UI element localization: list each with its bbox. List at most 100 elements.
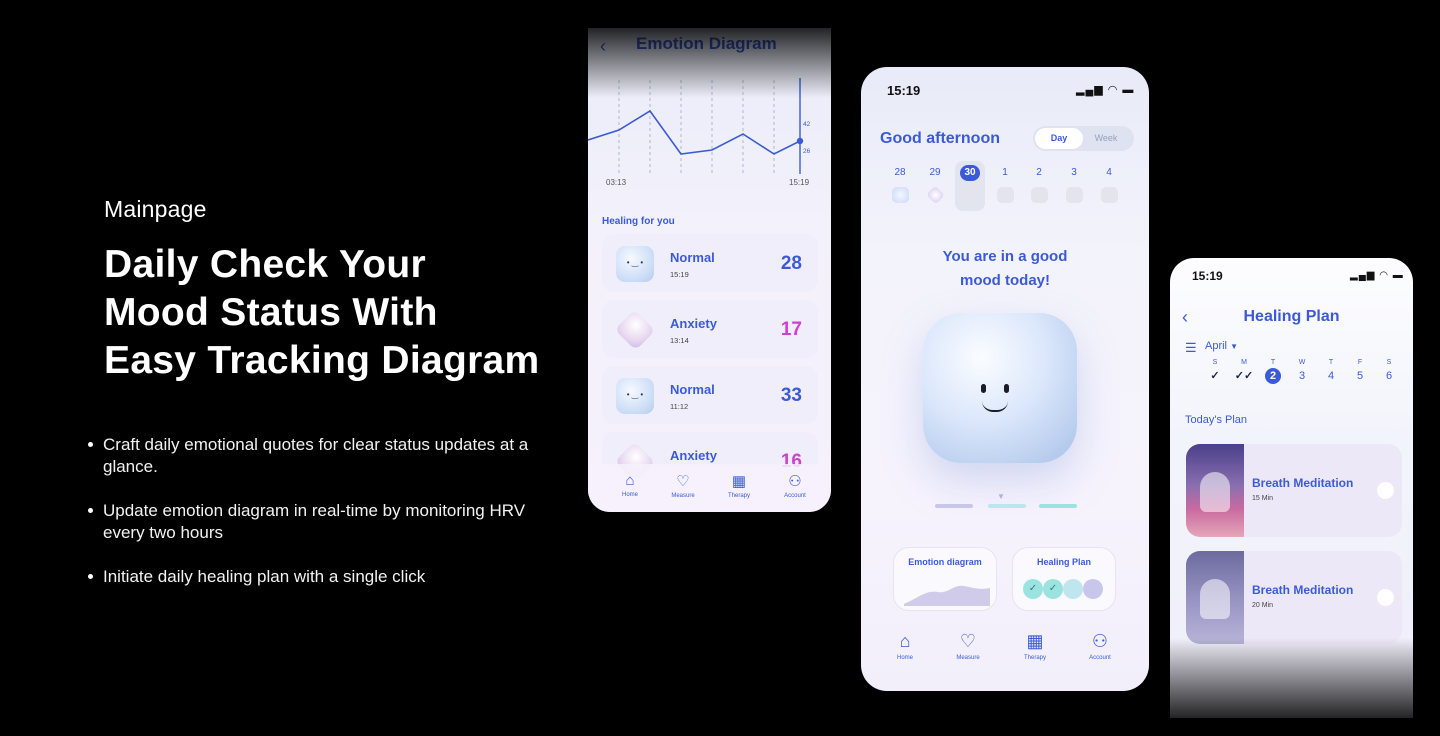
signal-wifi-battery-icon: ▂▄▆ ◠ ▬ (1076, 84, 1135, 96)
nav-label: Account (784, 493, 806, 499)
week-day[interactable]: W3 (1291, 359, 1313, 384)
tile-title: Emotion diagram (908, 557, 982, 567)
toggle-day[interactable]: Day (1035, 128, 1083, 149)
nav-therapy[interactable]: ▦ Therapy (1010, 631, 1060, 661)
mood-cube-avatar[interactable] (923, 313, 1077, 463)
healing-entry[interactable]: • ‿ • Normal 11:12 33 (602, 366, 818, 424)
nav-account[interactable]: ⚇ Account (1075, 631, 1125, 661)
double-check-icon: ✓✓ (1234, 370, 1254, 382)
eyebrow: Mainpage (104, 196, 207, 222)
headline-line: Easy Tracking Diagram (104, 339, 540, 382)
healing-entry[interactable]: • ‿ • Normal 15:19 28 (602, 234, 818, 292)
day-number: 3 (1298, 370, 1306, 382)
cube-smile (982, 401, 1008, 412)
nav-home[interactable]: ⌂ Home (880, 631, 930, 661)
nav-measure[interactable]: ♡ Measure (658, 472, 708, 499)
plan-radio[interactable] (1377, 482, 1394, 499)
toggle-week[interactable]: Week (1082, 128, 1130, 149)
calendar-icon: ▦ (731, 473, 747, 490)
nav-home[interactable]: ⌂ Home (605, 472, 655, 498)
anxiety-mood-icon (925, 185, 945, 205)
meditation-image (1186, 551, 1244, 644)
nav-label: Therapy (727, 493, 750, 499)
nav-label: Home (621, 492, 638, 498)
date-item[interactable]: 2 (1024, 165, 1054, 203)
pending-dot (1063, 579, 1083, 599)
week-day[interactable]: T4 (1320, 359, 1342, 384)
date-item[interactable]: 28 (885, 165, 915, 203)
plan-duration: 20 Min (1252, 602, 1274, 609)
nav-measure[interactable]: ♡ Measure (943, 631, 993, 661)
week-day[interactable]: S6 (1378, 359, 1400, 384)
emotion-line-chart: 42 26 (588, 78, 811, 174)
indicator-bar[interactable] (1039, 504, 1077, 508)
bottom-nav: ⌂ Home ♡ Measure ▦ Therapy ⚇ Account (588, 464, 831, 512)
screen-title: Healing Plan (1243, 308, 1340, 325)
date-item-selected[interactable]: 30 (955, 161, 985, 211)
headline-line: Daily Check Your (104, 243, 426, 286)
bottom-fade (1170, 638, 1413, 718)
entry-value: 28 (780, 253, 802, 274)
plan-card[interactable]: Breath Meditation 20 Min (1186, 551, 1402, 644)
date-item[interactable]: 29 (920, 165, 950, 205)
intro-panel: Mainpage Daily Check Your Mood Status Wi… (104, 196, 574, 385)
date-number: 1 (1002, 167, 1008, 178)
week-day[interactable]: M ✓✓ (1233, 359, 1255, 384)
entry-mood: Anxiety (670, 448, 717, 463)
date-number: 28 (894, 167, 906, 178)
day-week-toggle[interactable]: Day Week (1033, 126, 1134, 151)
feature-item: Update emotion diagram in real-time by m… (86, 500, 566, 544)
empty-mood-icon (961, 187, 979, 203)
week-day[interactable]: F5 (1349, 359, 1371, 384)
entry-mood: Normal (670, 250, 715, 265)
day-number: 5 (1356, 370, 1364, 382)
chart-cursor-point[interactable] (796, 137, 804, 145)
healing-entry[interactable]: Anxiety 13:14 17 (602, 300, 818, 358)
date-item[interactable]: 4 (1094, 165, 1124, 203)
day-number: 4 (1327, 370, 1335, 382)
plan-radio[interactable] (1377, 589, 1394, 606)
bottom-nav: ⌂ Home ♡ Measure ▦ Therapy ⚇ Account (861, 621, 1149, 691)
home-icon: ⌂ (625, 472, 635, 489)
month-selector[interactable]: April ▼ (1205, 340, 1238, 352)
indicator-bar[interactable] (935, 504, 973, 508)
healing-plan-tile[interactable]: Healing Plan ✓ ✓ (1012, 547, 1116, 611)
week-day[interactable]: S ✓ (1204, 359, 1226, 384)
back-icon[interactable]: ‹ (600, 36, 606, 57)
weekday-label: T (1270, 359, 1276, 366)
day-number: 6 (1385, 370, 1393, 382)
weekday-label: S (1212, 359, 1218, 366)
plan-name: Breath Meditation (1252, 476, 1354, 490)
y-tick-label: 42 (803, 121, 811, 128)
nav-account[interactable]: ⚇ Account (770, 472, 820, 499)
empty-mood-icon (1065, 187, 1083, 203)
plan-card[interactable]: Breath Meditation 15 Min (1186, 444, 1402, 537)
entry-time: 15:19 (670, 270, 689, 279)
greeting: Good afternoon (880, 130, 1000, 147)
date-item[interactable]: 3 (1059, 165, 1089, 203)
feature-item: Initiate daily healing plan with a singl… (86, 566, 566, 588)
calendar-icon: ▦ (1026, 631, 1044, 651)
menu-icon[interactable]: ☰ (1185, 340, 1197, 356)
entry-value: 33 (780, 385, 802, 406)
date-number: 2 (1036, 167, 1042, 178)
nav-label: Account (1089, 655, 1111, 661)
user-icon: ⚇ (1091, 631, 1109, 651)
weekday-label: M (1241, 359, 1247, 366)
anxiety-mood-icon (614, 309, 656, 351)
date-number: 29 (929, 167, 941, 178)
feature-item: Craft daily emotional quotes for clear s… (86, 434, 566, 478)
headline-line: Mood Status With (104, 291, 438, 334)
x-end-label: 15:19 (789, 178, 810, 187)
nav-therapy[interactable]: ▦ Therapy (714, 472, 764, 499)
status-time: 15:19 (887, 83, 921, 98)
date-item[interactable]: 1 (990, 165, 1020, 203)
indicator-bar[interactable] (988, 504, 1026, 508)
month-label: April (1205, 340, 1228, 352)
entry-mood: Anxiety (670, 316, 717, 331)
week-day-selected[interactable]: T2 (1262, 359, 1284, 384)
emotion-diagram-tile[interactable]: Emotion diagram (893, 547, 997, 611)
main-screen: 15:19 ▂▄▆ ◠ ▬ Good afternoon Day Week 28… (861, 67, 1149, 691)
date-number: 3 (1071, 167, 1077, 178)
day-number: 2 (1265, 368, 1281, 384)
